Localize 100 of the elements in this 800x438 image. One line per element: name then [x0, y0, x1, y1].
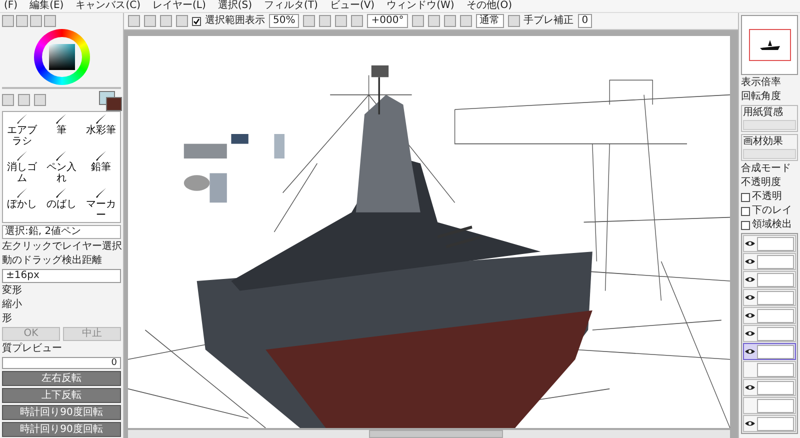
layer-row[interactable] — [743, 343, 796, 360]
menu-item[interactable]: 選択(S) — [218, 0, 252, 12]
layer-thumbnail — [757, 344, 794, 358]
checkbox[interactable] — [741, 206, 750, 216]
toolbar-icon[interactable] — [508, 15, 520, 27]
layer-row[interactable] — [743, 235, 796, 252]
brush-icon — [55, 113, 68, 125]
group-label: 画材効果 — [743, 136, 784, 148]
option-label: 形 — [2, 313, 13, 325]
transform-button[interactable]: 時計回り90度回転 — [2, 422, 121, 437]
eye-icon[interactable] — [745, 240, 755, 247]
transform-button[interactable]: 左右反転 — [2, 371, 121, 386]
layer-thumbnail — [757, 362, 794, 376]
checkbox[interactable] — [741, 192, 750, 202]
group-label: 用紙質感 — [743, 107, 784, 119]
layer-row[interactable] — [743, 271, 796, 288]
toolbar-icon[interactable] — [319, 15, 332, 27]
toolbar-icon[interactable] — [303, 15, 316, 27]
eye-icon[interactable] — [745, 276, 755, 283]
checkbox-label: 領域検出 — [752, 219, 792, 231]
layer-row[interactable] — [743, 415, 796, 432]
menu-item[interactable]: ウィンドウ(W) — [386, 0, 454, 12]
panel-tab-icon[interactable] — [30, 15, 42, 27]
opacity-label: 不透明度 — [741, 177, 782, 189]
layer-row[interactable] — [743, 307, 796, 324]
transform-button[interactable]: 時計回り90度回転 — [2, 405, 121, 420]
layer-row[interactable] — [743, 289, 796, 306]
toolbar-icon[interactable] — [460, 15, 472, 27]
transform-button[interactable]: 上下反転 — [2, 388, 121, 403]
brush-icon — [55, 187, 68, 199]
layer-thumbnail — [757, 290, 794, 304]
eye-icon[interactable] — [745, 330, 755, 337]
layer-row[interactable] — [743, 253, 796, 270]
dropdown-field[interactable] — [743, 149, 796, 159]
brush-icon — [16, 187, 28, 199]
layer-thumbnail — [757, 398, 794, 412]
eye-icon[interactable] — [745, 348, 755, 355]
blend-mode-label: 合成モード — [741, 163, 792, 175]
eye-icon[interactable] — [745, 420, 755, 427]
stabilizer-field[interactable]: 0 — [578, 14, 592, 28]
option-label: 変形 — [2, 285, 23, 297]
brush-icon — [94, 150, 107, 162]
brush-icon — [94, 187, 107, 199]
checkbox-label: 選択範囲表示 — [205, 15, 265, 27]
checkbox-label: 下のレイ — [752, 205, 792, 217]
checkbox-label: 不透明 — [752, 191, 782, 203]
panel-tab-icon[interactable] — [16, 15, 28, 27]
toolbar-icon[interactable] — [128, 15, 140, 27]
menu-item[interactable]: 編集(E) — [30, 0, 64, 12]
brush-icon — [16, 150, 28, 162]
toolbar-icon[interactable] — [444, 15, 456, 27]
tool-icon[interactable] — [34, 94, 46, 106]
tool-icon[interactable] — [18, 94, 30, 106]
rotation-field[interactable]: +000° — [367, 14, 408, 28]
menu-item[interactable]: キャンバス(C) — [76, 0, 140, 12]
checkbox[interactable] — [192, 16, 201, 26]
tool-icon[interactable] — [2, 94, 14, 106]
toolbar-icon[interactable] — [428, 15, 440, 27]
dropdown-field[interactable] — [743, 120, 796, 130]
layer-thumbnail — [757, 236, 794, 250]
stabilizer-label: 手ブレ補正 — [524, 15, 574, 27]
toolbar-icon[interactable] — [160, 15, 172, 27]
layer-thumbnail — [757, 254, 794, 268]
color-wheel[interactable] — [34, 29, 90, 85]
distance-field[interactable]: ±16px — [2, 269, 121, 283]
eye-icon[interactable] — [745, 294, 755, 301]
menu-item[interactable]: ビュー(V) — [330, 0, 375, 12]
navigator-preview[interactable] — [741, 15, 798, 75]
option-label: 動のドラッグ検出距離 — [2, 255, 103, 267]
panel-tab-icon[interactable] — [2, 15, 14, 27]
brush-icon — [16, 113, 28, 125]
brush-icon — [55, 150, 68, 162]
toolbar-icon[interactable] — [351, 15, 364, 27]
toolbar-icon[interactable] — [335, 15, 348, 27]
toolbar-icon[interactable] — [412, 15, 424, 27]
menu-item[interactable]: レイヤー(L) — [152, 0, 206, 12]
tool-status: 選択:鉛, 2値ペン — [2, 225, 121, 239]
brush-icon — [94, 113, 107, 125]
blend-field[interactable]: 通常 — [476, 14, 504, 28]
layer-row[interactable] — [743, 325, 796, 342]
toolbar-icon[interactable] — [176, 15, 188, 27]
navigator-label: 表示倍率 — [741, 77, 782, 89]
toolbar-icon[interactable] — [144, 15, 156, 27]
layer-thumbnail — [757, 326, 794, 340]
zoom-field[interactable]: 50% — [269, 14, 300, 28]
menu-item[interactable]: フィルタ(T) — [264, 0, 318, 12]
menu-item[interactable]: (F) — [4, 0, 18, 12]
color-swatch-icon[interactable] — [99, 91, 121, 109]
eye-icon[interactable] — [745, 312, 755, 319]
menu-item[interactable]: その他(O) — [466, 0, 512, 12]
preview-field[interactable]: 0 — [2, 357, 121, 369]
checkbox[interactable] — [741, 220, 750, 230]
layer-row[interactable] — [743, 379, 796, 396]
panel-tab-icon[interactable] — [44, 15, 56, 27]
eye-icon[interactable] — [745, 384, 755, 391]
layer-thumbnail — [757, 416, 794, 430]
scrollbar-thumb[interactable] — [368, 430, 504, 438]
ship-thumbnail-drawing — [760, 40, 780, 50]
eye-icon[interactable] — [745, 258, 755, 265]
option-label: 左クリックでレイヤー選択 — [2, 241, 121, 253]
